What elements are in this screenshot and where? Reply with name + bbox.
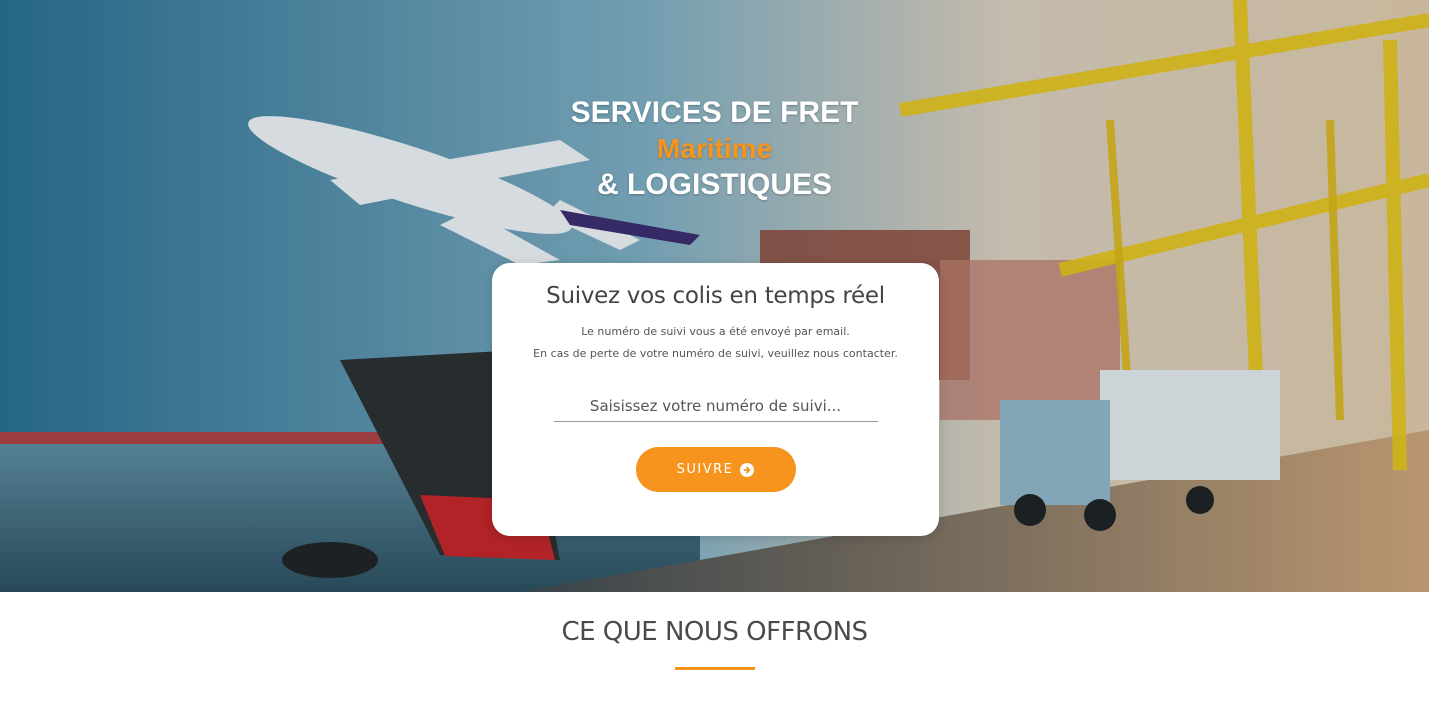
arrow-circle-right-icon bbox=[740, 462, 755, 477]
tracking-card: Suivez vos colis en temps réel Le numéro… bbox=[492, 263, 939, 536]
hero-title-line1: SERVICES DE FRET bbox=[570, 96, 859, 129]
tracking-heading: Suivez vos colis en temps réel bbox=[546, 283, 885, 309]
offers-section: CE QUE NOUS OFFRONS bbox=[0, 592, 1429, 728]
track-button-label: SUIVRE bbox=[676, 462, 734, 477]
hero-title-accent: Maritime bbox=[656, 133, 773, 164]
tracking-note-contact: En cas de perte de votre numéro de suivi… bbox=[533, 347, 898, 360]
hero-banner: SERVICES DE FRET Maritime & LOGISTIQUES … bbox=[0, 0, 1429, 592]
hero-title: SERVICES DE FRET Maritime & LOGISTIQUES bbox=[0, 95, 1429, 203]
tracking-note-email: Le numéro de suivi vous a été envoyé par… bbox=[581, 325, 850, 338]
track-button[interactable]: SUIVRE bbox=[635, 447, 796, 492]
tracking-number-input[interactable] bbox=[553, 391, 878, 422]
offers-heading-divider bbox=[674, 667, 755, 670]
hero-title-line3: & LOGISTIQUES bbox=[596, 168, 833, 201]
offers-heading: CE QUE NOUS OFFRONS bbox=[561, 617, 868, 647]
